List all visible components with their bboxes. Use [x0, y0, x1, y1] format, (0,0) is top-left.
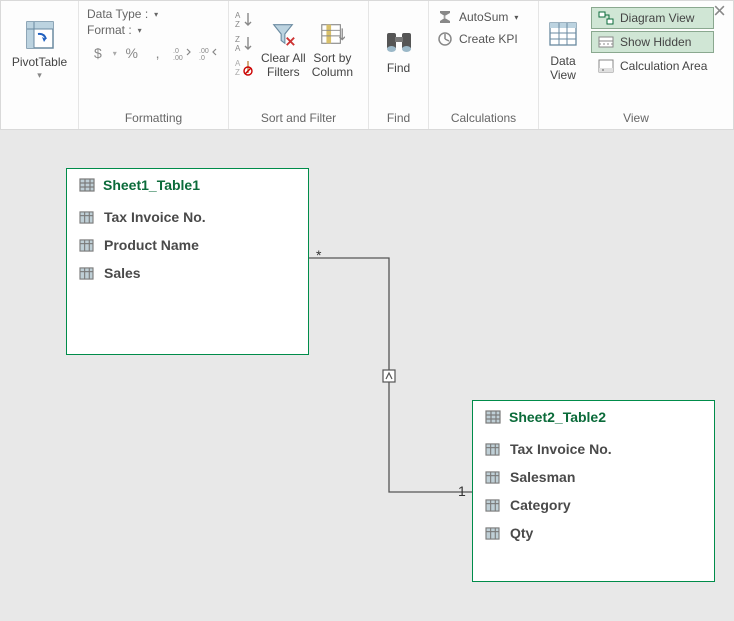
formatting-group-label: Formatting	[83, 109, 224, 127]
close-icon[interactable]: ×	[713, 0, 726, 22]
field-row[interactable]: Category	[483, 491, 704, 519]
find-label: Find	[387, 61, 410, 75]
column-icon	[79, 267, 94, 280]
calc-group-label: Calculations	[433, 109, 534, 127]
relationship-many: *	[316, 247, 321, 263]
svg-text:.0: .0	[199, 55, 205, 61]
create-kpi-label: Create KPI	[459, 32, 518, 46]
view-group-label: View	[543, 109, 729, 127]
svg-text:.00: .00	[199, 48, 209, 55]
sort-desc-button[interactable]: ZA	[233, 33, 257, 55]
clear-sort-button[interactable]: AZ	[233, 57, 257, 79]
data-view-label: Data View	[550, 54, 576, 83]
percent-button[interactable]: %	[121, 43, 143, 63]
svg-text:.0: .0	[173, 48, 179, 55]
data-type-label: Data Type :	[87, 7, 148, 21]
column-icon	[485, 443, 500, 456]
increase-decimal-button[interactable]: .0.00	[172, 43, 194, 63]
column-icon	[485, 499, 500, 512]
diagram-view-button[interactable]: Diagram View	[591, 7, 714, 29]
svg-text:A: A	[235, 59, 241, 68]
field-row[interactable]: Tax Invoice No.	[483, 435, 704, 463]
comma-button[interactable]: ,	[147, 43, 169, 63]
field-row[interactable]: Sales	[77, 259, 298, 287]
clear-filter-icon	[270, 21, 296, 47]
column-icon	[79, 239, 94, 252]
column-icon	[485, 471, 500, 484]
field-label: Tax Invoice No.	[104, 209, 206, 225]
diagram-canvas[interactable]: * 1 Sheet1_Table1 Tax Invoice No. Produc…	[0, 131, 734, 621]
field-row[interactable]: Salesman	[483, 463, 704, 491]
svg-text:Z: Z	[235, 68, 240, 77]
find-group-label: Find	[373, 109, 424, 127]
column-icon	[485, 527, 500, 540]
pivot-icon	[24, 19, 56, 51]
table-title: Sheet1_Table1	[103, 177, 200, 193]
clear-all-filters-label: Clear All Filters	[261, 51, 306, 80]
field-label: Product Name	[104, 237, 199, 253]
calc-area-icon	[598, 59, 614, 73]
autosum-button[interactable]: AutoSum ▾	[437, 9, 518, 25]
field-row[interactable]: Product Name	[77, 231, 298, 259]
decrease-decimal-button[interactable]: .00.0	[198, 43, 220, 63]
column-icon	[79, 211, 94, 224]
sort-by-column-label: Sort by Column	[312, 51, 353, 80]
ribbon: PivotTable ▾ Data Type : ▾ Format : ▾ $▾…	[0, 0, 734, 130]
sigma-icon	[437, 9, 453, 25]
table-card-sheet2[interactable]: Sheet2_Table2 Tax Invoice No. Salesman C…	[472, 400, 715, 582]
pivottable-button[interactable]: PivotTable ▾	[6, 5, 73, 95]
field-row[interactable]: Tax Invoice No.	[77, 203, 298, 231]
calc-area-label: Calculation Area	[620, 59, 707, 73]
svg-text:Z: Z	[235, 35, 240, 44]
table-icon	[79, 178, 95, 192]
field-label: Sales	[104, 265, 141, 281]
data-view-button[interactable]: Data View	[543, 5, 583, 95]
diagram-icon	[598, 11, 614, 25]
sort-asc-button[interactable]: AZ	[233, 9, 257, 31]
format-label: Format :	[87, 23, 132, 37]
create-kpi-button[interactable]: Create KPI	[437, 31, 518, 47]
svg-text:Z: Z	[235, 20, 240, 29]
field-label: Tax Invoice No.	[510, 441, 612, 457]
format-row[interactable]: Format : ▾	[87, 23, 220, 37]
table-title: Sheet2_Table2	[509, 409, 606, 425]
data-type-row[interactable]: Data Type : ▾	[87, 7, 220, 21]
svg-text:.00: .00	[173, 55, 183, 61]
kpi-icon	[437, 31, 453, 47]
find-button[interactable]: Find	[377, 5, 421, 95]
field-label: Salesman	[510, 469, 575, 485]
svg-text:A: A	[235, 11, 241, 20]
data-view-icon	[547, 18, 579, 50]
sort-group-label: Sort and Filter	[233, 109, 364, 127]
show-hidden-button[interactable]: Show Hidden	[591, 31, 714, 53]
binoculars-icon	[383, 25, 415, 57]
field-row[interactable]: Qty	[483, 519, 704, 547]
show-hidden-label: Show Hidden	[620, 35, 691, 49]
clear-all-filters-button[interactable]: Clear All Filters	[259, 5, 308, 95]
sort-by-column-button[interactable]: Sort by Column	[310, 5, 355, 95]
show-hidden-icon	[598, 35, 614, 49]
relationship-one: 1	[458, 483, 466, 499]
field-label: Category	[510, 497, 571, 513]
diagram-view-label: Diagram View	[620, 11, 694, 25]
currency-button[interactable]: $	[87, 43, 109, 63]
table-icon	[485, 410, 501, 424]
field-label: Qty	[510, 525, 533, 541]
autosum-label: AutoSum	[459, 10, 508, 24]
svg-text:A: A	[235, 44, 241, 53]
group-label	[5, 109, 74, 127]
calculation-area-button[interactable]: Calculation Area	[591, 55, 714, 77]
table-card-sheet1[interactable]: Sheet1_Table1 Tax Invoice No. Product Na…	[66, 168, 309, 355]
pivottable-label: PivotTable	[12, 55, 67, 69]
sort-column-icon	[319, 21, 345, 47]
